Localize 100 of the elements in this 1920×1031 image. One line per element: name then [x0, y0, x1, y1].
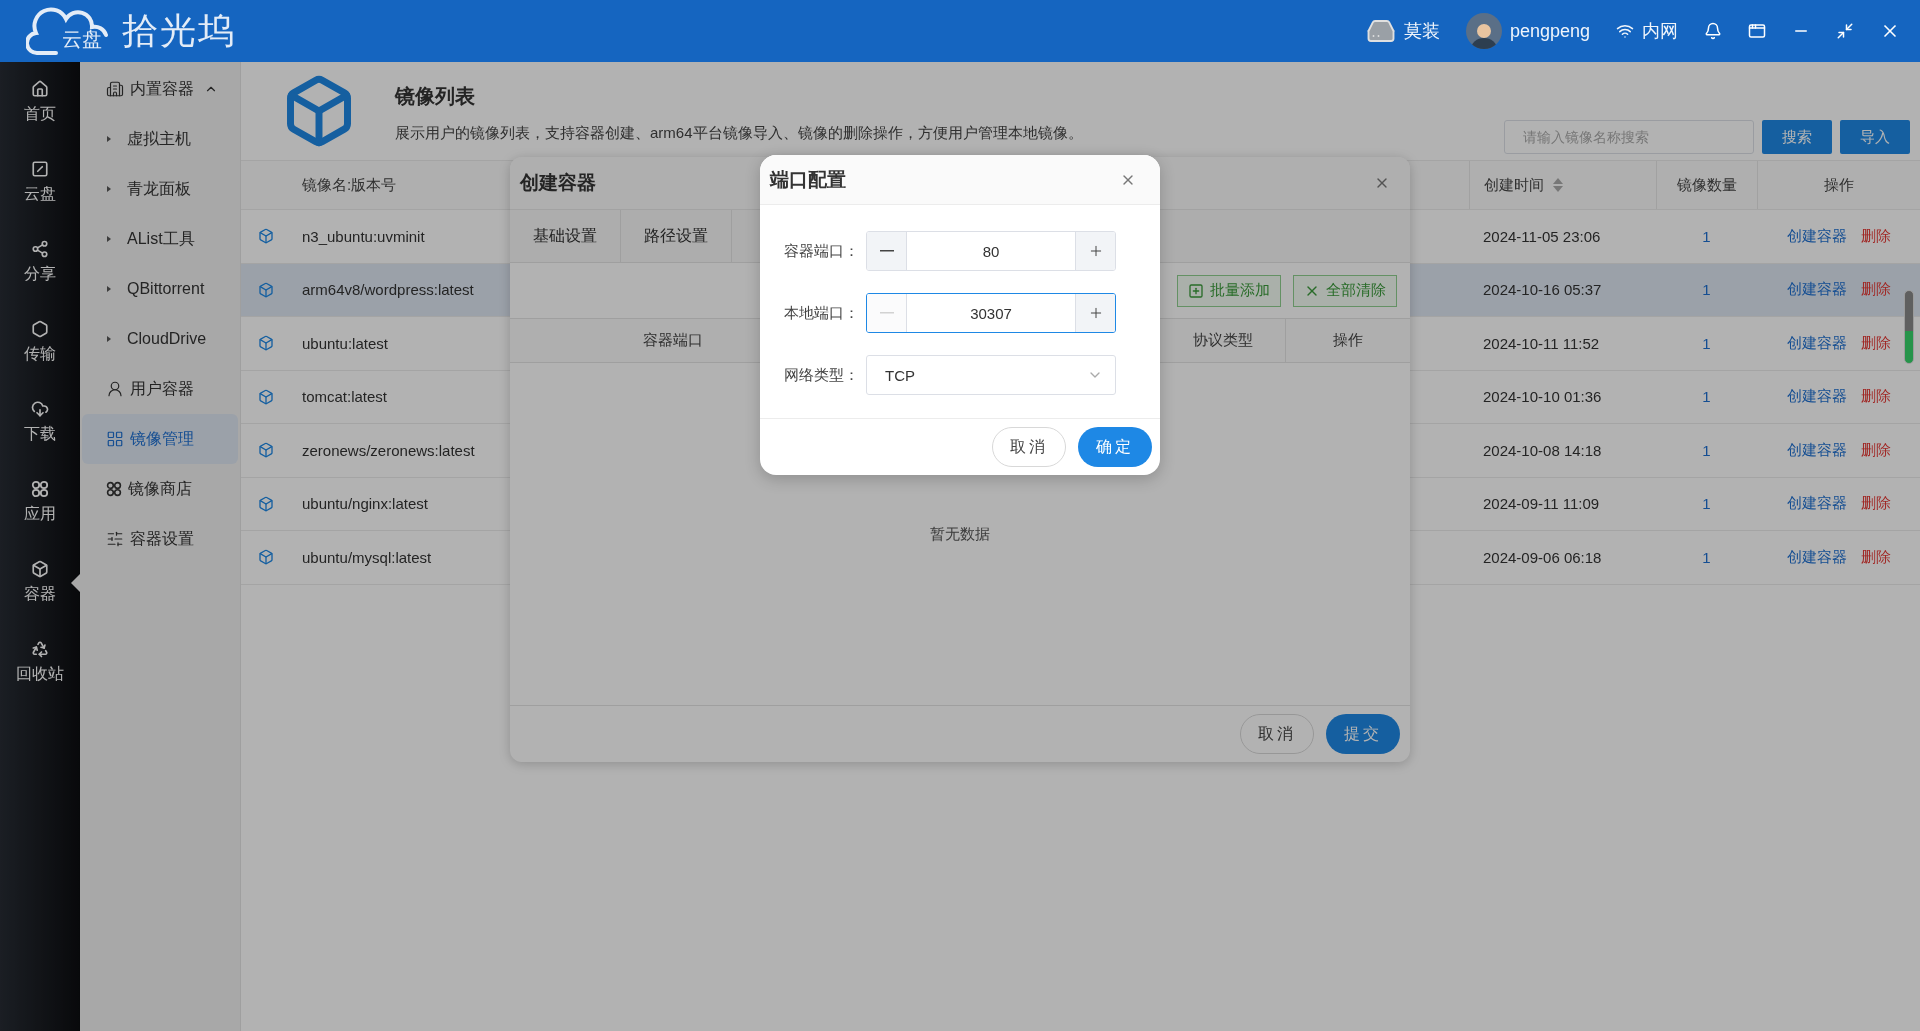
- image-name: arm64v8/wordpress:latest: [302, 281, 474, 299]
- column-header: 容器端口: [641, 330, 704, 350]
- delete-link[interactable]: 删除: [1860, 547, 1891, 567]
- create-container-link[interactable]: 创建容器: [1786, 494, 1847, 514]
- cube-icon: [257, 388, 274, 405]
- rail-item[interactable]: 容器: [0, 542, 80, 622]
- number-field[interactable]: 30307: [866, 293, 1116, 333]
- rail-item[interactable]: 云盘: [0, 142, 80, 222]
- cube-icon: [257, 442, 274, 459]
- menu-item[interactable]: 虚拟主机: [82, 114, 238, 164]
- rail-item[interactable]: 回收站: [0, 622, 80, 702]
- select-field[interactable]: TCP: [866, 355, 1116, 395]
- create-container-link[interactable]: 创建容器: [1786, 226, 1847, 246]
- image-count: 1: [1702, 441, 1711, 459]
- image-name: ubuntu/nginx:latest: [302, 495, 428, 513]
- column-header: 操作: [1824, 175, 1854, 195]
- minus-icon: [879, 312, 894, 314]
- column-header: 操作: [1333, 331, 1363, 350]
- image-count: 1: [1702, 334, 1711, 352]
- slashed-square-icon: [31, 159, 49, 178]
- plus-square-icon: [1188, 282, 1204, 299]
- recycle-icon: [31, 639, 49, 658]
- delete-link[interactable]: 删除: [1860, 494, 1891, 514]
- menu-item[interactable]: 内置容器: [82, 64, 238, 114]
- shrink-icon[interactable]: [1836, 22, 1854, 40]
- create-container-link[interactable]: 创建容器: [1786, 547, 1847, 567]
- building-icon: [106, 80, 124, 98]
- cancel-button[interactable]: 取消: [1240, 714, 1314, 754]
- increment-button[interactable]: [1075, 232, 1115, 270]
- column-header: 协议类型: [1192, 331, 1253, 350]
- tab[interactable]: 基础设置: [510, 210, 621, 262]
- confirm-button[interactable]: 确定: [1078, 427, 1152, 467]
- scrollbar[interactable]: [1904, 290, 1914, 364]
- cube-icon: [257, 281, 274, 298]
- delete-link[interactable]: 删除: [1860, 387, 1891, 407]
- delete-link[interactable]: 删除: [1860, 226, 1891, 246]
- share-icon: [31, 239, 49, 258]
- image-name: tomcat:latest: [302, 388, 388, 406]
- created-time: 2024-11-05 23:06: [1483, 227, 1601, 245]
- image-name: n3_ubuntu:uvminit: [302, 227, 425, 245]
- created-time: 2024-09-06 06:18: [1483, 548, 1602, 566]
- rail-item[interactable]: 下载: [0, 382, 80, 462]
- rail-item[interactable]: 传输: [0, 302, 80, 382]
- image-count: 1: [1702, 227, 1711, 245]
- increment-button[interactable]: [1075, 294, 1115, 332]
- window-icon[interactable]: [1748, 22, 1766, 40]
- rail-item[interactable]: 应用: [0, 462, 80, 542]
- field-label: 网络类型：: [784, 365, 856, 385]
- number-field[interactable]: 80: [866, 231, 1116, 271]
- field-label: 本地端口：: [784, 303, 856, 323]
- logo-subtitle: 云盘: [62, 29, 102, 49]
- page-description: 展示用户的镜像列表，支持容器创建、arm64平台镜像导入、镜像的删除操作，方便用户管理本地镜像。: [395, 124, 1083, 143]
- sort-icon[interactable]: [1552, 177, 1564, 193]
- image-name: zeronews/zeronews:latest: [302, 441, 475, 459]
- empty-message: 暂无数据: [930, 524, 990, 544]
- image-count: 1: [1702, 281, 1711, 299]
- delete-link[interactable]: 删除: [1860, 333, 1891, 353]
- image-name: ubuntu/mysql:latest: [302, 548, 432, 566]
- rail-item[interactable]: 分享: [0, 222, 80, 302]
- menu-item[interactable]: 镜像商店: [82, 464, 238, 514]
- hexagon-icon: [31, 319, 49, 338]
- menu-item[interactable]: CloudDrive: [82, 314, 238, 364]
- search-field[interactable]: 请输入镜像名称搜索: [1504, 120, 1754, 154]
- user-avatar[interactable]: [1465, 13, 1502, 49]
- network-label[interactable]: 内网: [1642, 19, 1678, 43]
- grid-icon: [106, 430, 124, 448]
- created-time: 2024-10-11 11:52: [1483, 334, 1600, 352]
- created-time: 2024-10-08 14:18: [1483, 441, 1602, 459]
- image-count: 1: [1702, 388, 1711, 406]
- cancel-button[interactable]: 取消: [992, 427, 1066, 467]
- settings-icon: [106, 530, 124, 548]
- image-name: ubuntu:latest: [302, 334, 388, 352]
- create-container-link[interactable]: 创建容器: [1786, 387, 1847, 407]
- menu-item[interactable]: 容器设置: [82, 514, 238, 564]
- user-name[interactable]: pengpeng: [1509, 20, 1590, 42]
- tab[interactable]: 路径设置: [621, 210, 732, 262]
- menu-item[interactable]: 用户容器: [82, 364, 238, 414]
- cloud-download-icon: [31, 399, 49, 418]
- rail-item[interactable]: 首页: [0, 62, 80, 142]
- home-icon: [31, 79, 49, 98]
- wifi-icon: [1616, 22, 1634, 40]
- create-container-link[interactable]: 创建容器: [1786, 440, 1847, 460]
- created-time: 2024-10-16 05:37: [1483, 281, 1602, 299]
- menu-item[interactable]: AList工具: [82, 214, 238, 264]
- create-container-link[interactable]: 创建容器: [1786, 333, 1847, 353]
- created-time: 2024-10-10 01:36: [1483, 388, 1602, 406]
- created-time: 2024-09-11 11:09: [1483, 495, 1600, 513]
- cube-icon: [257, 495, 274, 512]
- menu-item[interactable]: QBittorrent: [82, 264, 238, 314]
- image-count: 1: [1702, 495, 1711, 513]
- four-circles-icon: [31, 479, 49, 498]
- delete-link[interactable]: 删除: [1860, 440, 1891, 460]
- cube-icon: [31, 559, 49, 578]
- device-name[interactable]: 莫装: [1403, 19, 1440, 43]
- bell-icon[interactable]: [1704, 22, 1722, 40]
- field-label: 容器端口：: [784, 241, 856, 261]
- cube-icon: [257, 228, 274, 245]
- image-count: 1: [1702, 548, 1711, 566]
- menu-item[interactable]: 青龙面板: [82, 164, 238, 214]
- column-header: 创建时间: [1484, 175, 1544, 195]
